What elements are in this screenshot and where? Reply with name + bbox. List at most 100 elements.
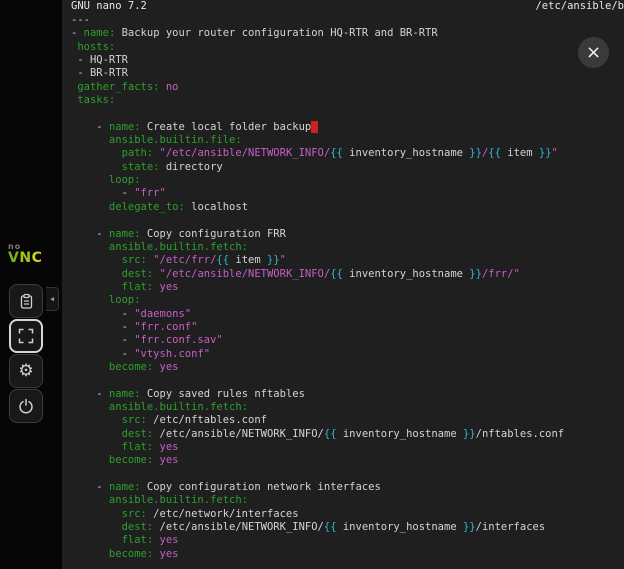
code-line: ansible.builtin.fetch: <box>71 241 624 254</box>
code-segment: name: <box>84 27 116 39</box>
code-line: src: "/etc/frr/{{ item }}" <box>71 254 624 267</box>
code-segment: no <box>160 81 179 93</box>
code-line <box>71 107 624 120</box>
code-line: ansible.builtin.file: <box>71 134 624 147</box>
code-segment: "/etc/ansible/NETWORK_INFO/ <box>153 268 330 280</box>
code-segment: dest: <box>71 268 153 280</box>
code-line: - "frr.conf" <box>71 321 624 334</box>
code-segment: hosts: <box>71 41 115 53</box>
close-button[interactable]: × <box>578 37 609 68</box>
code-segment: {{ <box>330 147 343 159</box>
code-segment: /frr/" <box>482 268 520 280</box>
code-segment: Copy configuration network interfaces <box>141 481 381 493</box>
close-icon: × <box>586 42 601 63</box>
code-line: dest: /etc/ansible/NETWORK_INFO/{{ inven… <box>71 428 624 441</box>
code-segment: item <box>501 147 539 159</box>
code-segment: }} <box>469 268 482 280</box>
power-button[interactable] <box>9 389 43 423</box>
code-segment: inventory_hostname <box>337 521 463 533</box>
code-line: src: /etc/nftables.conf <box>71 414 624 427</box>
code-segment: "/etc/frr/ <box>147 254 217 266</box>
code-segment: - <box>71 308 134 320</box>
code-line <box>71 468 624 481</box>
code-segment: inventory_hostname <box>337 428 463 440</box>
code-segment: ansible.builtin.file: <box>71 134 242 146</box>
code-line: dest: "/etc/ansible/NETWORK_INFO/{{ inve… <box>71 268 624 281</box>
code-line: tasks: <box>71 94 624 107</box>
code-line: gather_facts: no <box>71 81 624 94</box>
nano-file-path: /etc/ansible/b <box>535 0 624 13</box>
code-segment: src: <box>71 414 147 426</box>
code-segment: "frr" <box>134 187 166 199</box>
code-line: loop: <box>71 294 624 307</box>
power-icon <box>18 398 34 414</box>
code-segment: loop: <box>71 174 141 186</box>
control-bar-handle[interactable]: ◀ <box>46 287 59 311</box>
code-segment: name: <box>109 388 141 400</box>
code-segment: "vtysh.conf" <box>134 348 210 360</box>
code-segment: yes <box>153 361 178 373</box>
code-segment: - <box>71 388 109 400</box>
code-segment: /etc/network/interfaces <box>147 508 299 520</box>
code-line: --- <box>71 14 624 27</box>
code-segment: - <box>71 187 134 199</box>
code-segment: {{ <box>216 254 229 266</box>
clipboard-icon <box>18 293 35 310</box>
code-segment: {{ <box>488 147 501 159</box>
code-segment: }} <box>267 254 280 266</box>
code-segment: }} <box>469 147 482 159</box>
code-segment: {{ <box>330 268 343 280</box>
fullscreen-button[interactable] <box>9 319 43 353</box>
code-segment: Backup your router configuration HQ-RTR … <box>115 27 437 39</box>
code-segment: gather_facts: <box>71 81 160 93</box>
code-line: loop: <box>71 174 624 187</box>
code-segment: flat: <box>71 534 153 546</box>
code-segment: "/etc/ansible/NETWORK_INFO/ <box>153 147 330 159</box>
code-segment: inventory_hostname <box>343 147 469 159</box>
code-line: - name: Create local folder backup <box>71 121 624 134</box>
code-segment: state: <box>71 161 160 173</box>
code-line: - "frr" <box>71 187 624 200</box>
code-line: ansible.builtin.fetch: <box>71 494 624 507</box>
terminal-window: GNU nano 7.2 /etc/ansible/b ---- name: B… <box>62 0 624 569</box>
code-segment: /etc/ansible/NETWORK_INFO/ <box>153 428 324 440</box>
code-line: - name: Copy configuration FRR <box>71 228 624 241</box>
clipboard-button[interactable] <box>9 284 43 318</box>
code-line: become: yes <box>71 548 624 561</box>
code-line: - "frr.conf.sav" <box>71 334 624 347</box>
code-line: flat: yes <box>71 534 624 547</box>
settings-button[interactable]: ⚙ <box>9 354 43 388</box>
code-segment: yes <box>153 534 178 546</box>
code-segment: inventory_hostname <box>343 268 469 280</box>
code-segment: Copy configuration FRR <box>141 228 286 240</box>
code-line: become: yes <box>71 454 624 467</box>
code-segment: {{ <box>324 428 337 440</box>
code-line: - BR-RTR <box>71 67 624 80</box>
novnc-logo-main: VNC <box>8 251 42 266</box>
code-segment: - <box>71 348 134 360</box>
code-segment: dest: <box>71 428 153 440</box>
code-line: - "daemons" <box>71 308 624 321</box>
code-segment: dest: <box>71 521 153 533</box>
code-segment: {{ <box>324 521 337 533</box>
code-segment: /etc/ansible/NETWORK_INFO/ <box>153 521 324 533</box>
code-line: - "vtysh.conf" <box>71 348 624 361</box>
code-segment: directory <box>160 161 223 173</box>
code-segment: tasks: <box>71 94 115 106</box>
code-line <box>71 214 624 227</box>
code-segment: path: <box>71 147 153 159</box>
editor-content[interactable]: ---- name: Backup your router configurat… <box>62 14 624 569</box>
code-segment: ansible.builtin.fetch: <box>71 494 248 506</box>
code-segment: name: <box>109 121 141 133</box>
code-segment: - HQ-RTR <box>71 54 128 66</box>
code-line: hosts: <box>71 41 624 54</box>
logo-letter: C <box>32 250 43 266</box>
code-segment: Copy saved rules nftables <box>141 388 305 400</box>
code-segment: }} <box>463 428 476 440</box>
code-segment: yes <box>153 548 178 560</box>
code-segment: src: <box>71 254 147 266</box>
code-segment: "frr.conf.sav" <box>134 334 223 346</box>
code-segment: }} <box>463 521 476 533</box>
code-segment: ansible.builtin.fetch: <box>71 241 248 253</box>
code-line: flat: yes <box>71 441 624 454</box>
